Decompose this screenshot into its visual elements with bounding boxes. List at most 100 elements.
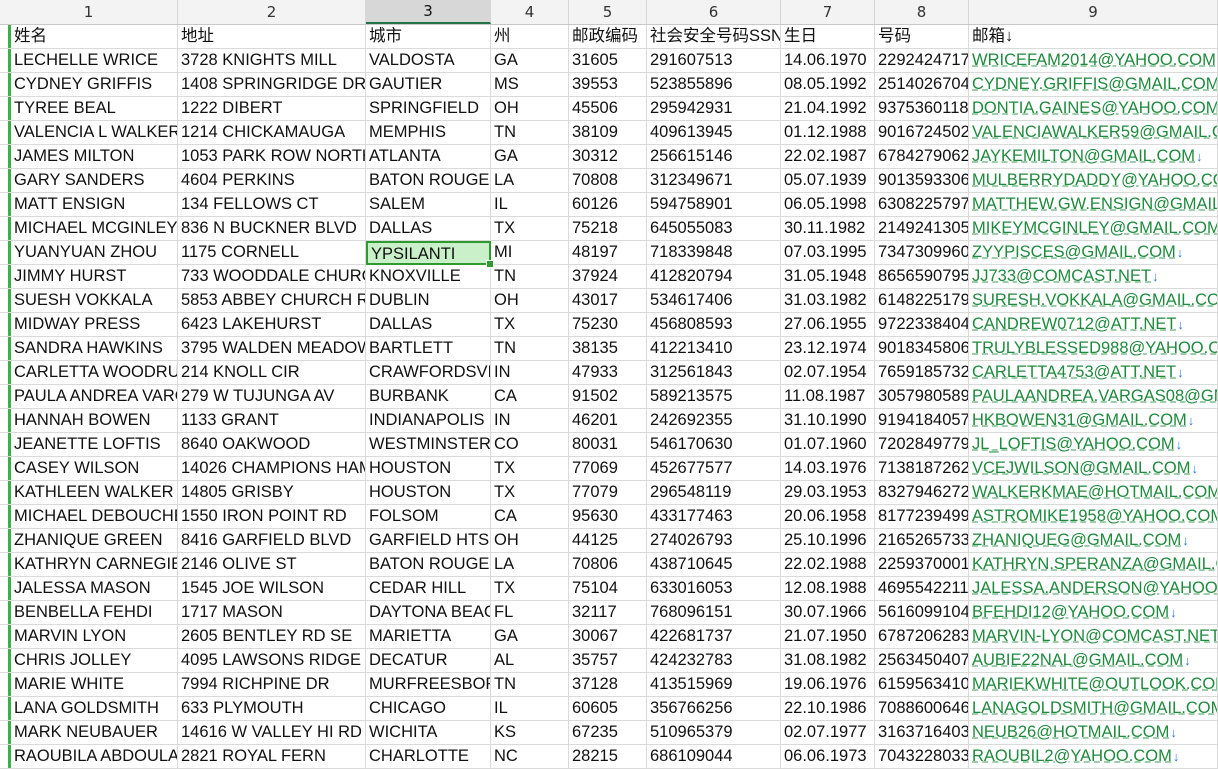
cell-city[interactable]: BATON ROUGE (366, 169, 491, 193)
email-link[interactable]: ASTROMIKE1958@YAHOO.COM (972, 507, 1217, 525)
email-link[interactable]: JAYKEMILTON@GMAIL.COM (972, 147, 1195, 165)
cell-zip[interactable]: 35757 (569, 649, 647, 673)
cell-birthday[interactable]: 02.07.1977 (781, 721, 875, 745)
cell-ssn[interactable]: 433177463 (647, 505, 781, 529)
cell-phone[interactable]: 6148225179 (875, 289, 969, 313)
email-link[interactable]: MIKEYMCGINLEY@GMAIL.COM (972, 219, 1217, 237)
cell-birthday[interactable]: 22.02.1988 (781, 553, 875, 577)
cell-birthday[interactable]: 21.04.1992 (781, 97, 875, 121)
cell-address[interactable]: 1175 CORNELL (178, 241, 366, 265)
cell-phone[interactable]: 2292424717 (875, 49, 969, 73)
cell-zip[interactable]: 47933 (569, 361, 647, 385)
cell-state[interactable]: TN (491, 121, 569, 145)
cell-ssn[interactable]: 424232783 (647, 649, 781, 673)
email-link[interactable]: CANDREW0712@ATT.NET (972, 315, 1176, 333)
cell-ssn[interactable]: 510965379 (647, 721, 781, 745)
cell-name[interactable]: TYREE BEAL (0, 97, 178, 121)
cell-city[interactable]: SALEM (366, 193, 491, 217)
email-link[interactable]: BFEHDI12@YAHOO.COM (972, 603, 1169, 621)
cell-name[interactable]: JEANETTE LOFTIS (0, 433, 178, 457)
cell-email[interactable]: MARVIN-LYON@COMCAST.NET↓ (969, 625, 1218, 649)
cell-ssn[interactable]: 438710645 (647, 553, 781, 577)
cell-address[interactable]: 3795 WALDEN MEADOWS (178, 337, 366, 361)
cell-phone[interactable]: 7659185732 (875, 361, 969, 385)
cell-ssn[interactable]: 242692355 (647, 409, 781, 433)
cell-state[interactable]: GA (491, 625, 569, 649)
cell-name[interactable]: SANDRA HAWKINS (0, 337, 178, 361)
cell-state[interactable]: OH (491, 529, 569, 553)
cell-address[interactable]: 1717 MASON (178, 601, 366, 625)
cell-phone[interactable]: 6784279062 (875, 145, 969, 169)
cell-zip[interactable]: 80031 (569, 433, 647, 457)
cell-name[interactable]: MATT ENSIGN (0, 193, 178, 217)
sort-arrow-icon[interactable]: ↓ (1005, 27, 1013, 45)
cell-address[interactable]: 2146 OLIVE ST (178, 553, 366, 577)
cell-email[interactable]: DONTIA.GAINES@YAHOO.COM↓ (969, 97, 1218, 121)
cell-ssn[interactable]: 274026793 (647, 529, 781, 553)
cell-ssn[interactable]: 456808593 (647, 313, 781, 337)
cell-ssn[interactable]: 256615146 (647, 145, 781, 169)
cell-zip[interactable]: 30067 (569, 625, 647, 649)
cell-state[interactable]: TX (491, 217, 569, 241)
cell-birthday[interactable]: 19.06.1976 (781, 673, 875, 697)
cell-email[interactable]: ZYYPISCES@GMAIL.COM↓ (969, 241, 1218, 265)
cell-address[interactable]: 1222 DIBERT (178, 97, 366, 121)
cell-name[interactable]: CYDNEY GRIFFIS (0, 73, 178, 97)
cell-phone[interactable]: 8656590795 (875, 265, 969, 289)
email-link[interactable]: JJ733@COMCAST.NET (972, 267, 1151, 285)
cell-zip[interactable]: 60605 (569, 697, 647, 721)
cell-city[interactable]: WESTMINSTER (366, 433, 491, 457)
cell-city[interactable]: HOUSTON (366, 481, 491, 505)
cell-state[interactable]: OH (491, 289, 569, 313)
cell-state[interactable]: TX (491, 481, 569, 505)
email-link[interactable]: HKBOWEN31@GMAIL.COM (972, 411, 1187, 429)
cell-zip[interactable]: 45506 (569, 97, 647, 121)
column-header-3[interactable]: 3 (366, 0, 491, 24)
cell-email[interactable]: MARIEKWHITE@OUTLOOK.COM↓ (969, 673, 1218, 697)
cell-birthday[interactable]: 05.07.1939 (781, 169, 875, 193)
cell-name[interactable]: LANA GOLDSMITH (0, 697, 178, 721)
cell-city[interactable]: BARTLETT (366, 337, 491, 361)
cell-phone[interactable]: 9194184057 (875, 409, 969, 433)
cell-phone[interactable]: 7043228033 (875, 745, 969, 769)
email-link[interactable]: CARLETTA4753@ATT.NET (972, 363, 1176, 381)
cell-email[interactable]: SURESH.VOKKALA@GMAIL.COM↓ (969, 289, 1218, 313)
cell-phone[interactable]: 3057980589 (875, 385, 969, 409)
cell-email[interactable]: RAOUBIL2@YAHOO.COM↓ (969, 745, 1218, 769)
cell-ssn[interactable]: 534617406 (647, 289, 781, 313)
cell-email[interactable]: PAULAANDREA.VARGAS08@GMAIL.COM↓ (969, 385, 1218, 409)
cell-zip[interactable]: 77079 (569, 481, 647, 505)
cell-email[interactable]: BFEHDI12@YAHOO.COM↓ (969, 601, 1218, 625)
header-cell-email[interactable]: 邮箱↓ (969, 25, 1218, 49)
cell-city[interactable]: MARIETTA (366, 625, 491, 649)
cell-name[interactable]: CARLETTA WOODRUFF (0, 361, 178, 385)
cell-birthday[interactable]: 27.06.1955 (781, 313, 875, 337)
cell-address[interactable]: 1545 JOE WILSON (178, 577, 366, 601)
cell-birthday[interactable]: 31.03.1982 (781, 289, 875, 313)
cell-address[interactable]: 214 KNOLL CIR (178, 361, 366, 385)
cell-address[interactable]: 633 PLYMOUTH (178, 697, 366, 721)
cell-city[interactable]: BURBANK (366, 385, 491, 409)
cell-birthday[interactable]: 29.03.1953 (781, 481, 875, 505)
cell-zip[interactable]: 39553 (569, 73, 647, 97)
header-cell-address[interactable]: 地址 (178, 25, 366, 49)
cell-ssn[interactable]: 409613945 (647, 121, 781, 145)
cell-address[interactable]: 1214 CHICKAMAUGA (178, 121, 366, 145)
header-cell-phone[interactable]: 号码 (875, 25, 969, 49)
cell-ssn[interactable]: 295942931 (647, 97, 781, 121)
cell-phone[interactable]: 8177239499 (875, 505, 969, 529)
cell-city[interactable]: BATON ROUGE (366, 553, 491, 577)
cell-birthday[interactable]: 01.12.1988 (781, 121, 875, 145)
cell-city[interactable]: HOUSTON (366, 457, 491, 481)
cell-birthday[interactable]: 21.07.1950 (781, 625, 875, 649)
header-cell-name[interactable]: 姓名 (0, 25, 178, 49)
email-link[interactable]: KATHRYN.SPERANZA@GMAIL.COM (972, 555, 1217, 573)
cell-state[interactable]: KS (491, 721, 569, 745)
cell-phone[interactable]: 7088600646 (875, 697, 969, 721)
cell-birthday[interactable]: 31.10.1990 (781, 409, 875, 433)
cell-name[interactable]: MICHAEL DEBOUCHE (0, 505, 178, 529)
cell-ssn[interactable]: 523855896 (647, 73, 781, 97)
cell-ssn[interactable]: 768096151 (647, 601, 781, 625)
cell-zip[interactable]: 38135 (569, 337, 647, 361)
cell-address[interactable]: 14805 GRISBY (178, 481, 366, 505)
